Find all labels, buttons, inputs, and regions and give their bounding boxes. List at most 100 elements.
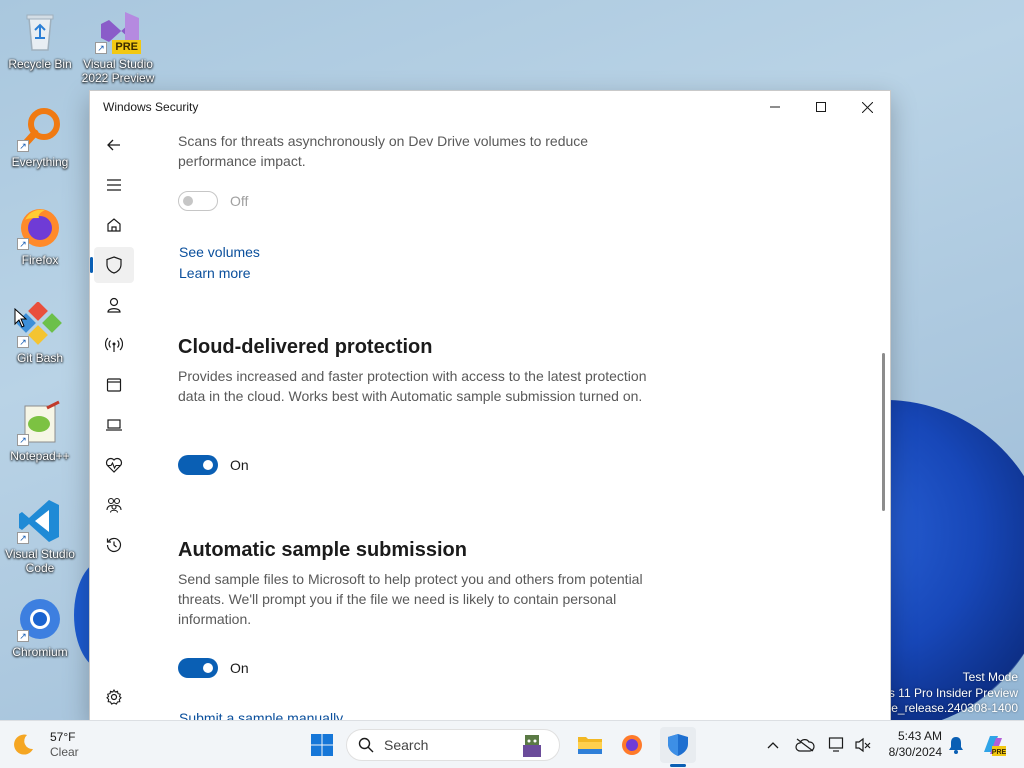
taskbar: 57°F Clear Search 5:43 AM 8/30/2024 PRE xyxy=(0,720,1024,768)
nav-virus-protection[interactable] xyxy=(94,247,134,283)
clock[interactable]: 5:43 AM 8/30/2024 xyxy=(884,728,942,760)
weather-widget[interactable]: 57°F Clear xyxy=(10,729,79,761)
menu-button[interactable] xyxy=(94,167,134,203)
dev-drive-toggle-label: Off xyxy=(230,193,249,209)
onedrive-tray[interactable] xyxy=(794,735,816,755)
notifications-button[interactable] xyxy=(946,735,966,755)
desktop-icon-everything[interactable]: ↗ Everything xyxy=(0,106,80,169)
shortcut-arrow-icon: ↗ xyxy=(95,42,107,54)
desktop-icon-label: Chromium xyxy=(12,645,68,659)
chromium-icon: ↗ xyxy=(17,596,63,642)
desktop-icon-label: Visual Studio 2022 Preview xyxy=(81,57,155,85)
copilot-button[interactable]: PRE xyxy=(978,729,1008,761)
see-volumes-link[interactable]: See volumes xyxy=(179,244,260,260)
desktop-icon-label: Notepad++ xyxy=(10,449,70,463)
recycle-bin-icon xyxy=(17,8,63,54)
desktop-icon-notepad-plus-plus[interactable]: ↗ Notepad++ xyxy=(0,400,80,463)
nav-device-performance[interactable] xyxy=(94,447,134,483)
nav-settings[interactable] xyxy=(94,679,134,715)
maximize-button[interactable] xyxy=(798,91,844,123)
nav-account-protection[interactable] xyxy=(94,287,134,323)
taskbar-firefox[interactable] xyxy=(616,729,648,761)
desktop-icon-visual-studio-2022-preview[interactable]: PRE ↗ Visual Studio 2022 Preview xyxy=(78,8,158,85)
title-bar[interactable]: Windows Security xyxy=(90,91,890,123)
close-button[interactable] xyxy=(844,91,890,123)
sidebar xyxy=(90,123,138,721)
dev-drive-toggle[interactable] xyxy=(178,191,218,211)
nav-app-browser-control[interactable] xyxy=(94,367,134,403)
shortcut-arrow-icon: ↗ xyxy=(17,532,29,544)
learn-more-link[interactable]: Learn more xyxy=(179,265,251,281)
moon-icon xyxy=(14,734,34,755)
weather-temp: 57°F xyxy=(50,730,76,744)
selected-indicator xyxy=(90,257,93,273)
start-button[interactable] xyxy=(306,729,338,761)
chevron-up-icon xyxy=(767,742,779,749)
show-hidden-icons-button[interactable] xyxy=(764,735,782,755)
desktop-icon-visual-studio-code[interactable]: ↗ Visual Studio Code xyxy=(0,498,80,575)
windows-security-shield-icon xyxy=(668,734,688,756)
shortcut-arrow-icon: ↗ xyxy=(17,630,29,642)
hamburger-icon xyxy=(107,179,121,191)
search-placeholder: Search xyxy=(384,737,429,753)
active-app-indicator xyxy=(670,764,686,767)
person-icon xyxy=(107,297,121,313)
desktop-icon-label: Git Bash xyxy=(16,351,64,365)
taskbar-file-explorer[interactable] xyxy=(574,729,606,761)
sample-submission-title: Automatic sample submission xyxy=(178,539,467,561)
gear-icon xyxy=(106,689,122,705)
taskbar-windows-security[interactable] xyxy=(660,727,696,763)
browser-window-icon xyxy=(106,378,122,392)
shortcut-arrow-icon: ↗ xyxy=(17,140,29,152)
scrollbar-thumb[interactable] xyxy=(882,353,885,511)
pre-badge: PRE xyxy=(112,40,141,54)
window-title: Windows Security xyxy=(103,100,199,114)
volume-tray[interactable] xyxy=(852,734,874,756)
desktop-icon-label: Everything xyxy=(11,155,69,169)
shortcut-arrow-icon: ↗ xyxy=(17,336,29,348)
back-button[interactable] xyxy=(94,127,134,163)
network-icon xyxy=(828,737,844,752)
dev-drive-description: Scans for threats asynchronously on Dev … xyxy=(178,133,589,169)
svg-text:PRE: PRE xyxy=(992,749,1006,756)
cloud-protection-toggle[interactable] xyxy=(178,455,218,475)
visual-studio-icon: PRE ↗ xyxy=(95,8,141,54)
minimize-button[interactable] xyxy=(752,91,798,123)
nav-protection-history[interactable] xyxy=(94,527,134,563)
antenna-icon xyxy=(105,337,123,352)
desktop-icon-label: Recycle Bin xyxy=(8,57,72,71)
maximize-icon xyxy=(816,102,826,112)
nav-home[interactable] xyxy=(94,207,134,243)
desktop-icon-git-bash[interactable]: ↗ Git Bash xyxy=(0,301,80,365)
desktop-icon-chromium[interactable]: ↗ Chromium xyxy=(0,596,80,659)
weather-condition: Clear xyxy=(50,745,79,759)
laptop-icon xyxy=(106,419,122,431)
family-icon xyxy=(106,497,122,513)
copilot-icon: PRE xyxy=(984,736,1006,756)
nav-firewall[interactable] xyxy=(94,327,134,363)
cloud-protection-toggle-row: On xyxy=(178,455,249,475)
clock-time: 5:43 AM xyxy=(897,729,942,743)
nav-family-options[interactable] xyxy=(94,487,134,523)
sample-submission-toggle[interactable] xyxy=(178,658,218,678)
shield-icon xyxy=(106,256,122,274)
taskbar-search[interactable]: Search xyxy=(346,729,560,761)
notepad-plus-plus-icon: ↗ xyxy=(17,400,63,446)
cloud-offline-icon xyxy=(795,738,815,752)
clock-date: 8/30/2024 xyxy=(888,745,942,759)
nav-device-security[interactable] xyxy=(94,407,134,443)
minimize-icon xyxy=(770,106,780,108)
folder-icon xyxy=(578,737,602,754)
desktop-icon-label: Firefox xyxy=(21,253,59,267)
network-tray[interactable] xyxy=(826,734,848,756)
sample-submission-description: Send sample files to Microsoft to help p… xyxy=(178,571,643,627)
shortcut-arrow-icon: ↗ xyxy=(17,434,29,446)
desktop-icon-recycle-bin[interactable]: Recycle Bin xyxy=(0,8,80,71)
content-area: Scans for threats asynchronously on Dev … xyxy=(178,123,858,721)
firefox-icon xyxy=(622,735,642,755)
sample-submission-toggle-label: On xyxy=(230,660,249,676)
desktop-icon-firefox[interactable]: ↗ Firefox xyxy=(0,204,80,267)
speaker-muted-icon xyxy=(855,737,871,753)
shortcut-arrow-icon: ↗ xyxy=(17,238,29,250)
back-arrow-icon xyxy=(107,139,120,151)
